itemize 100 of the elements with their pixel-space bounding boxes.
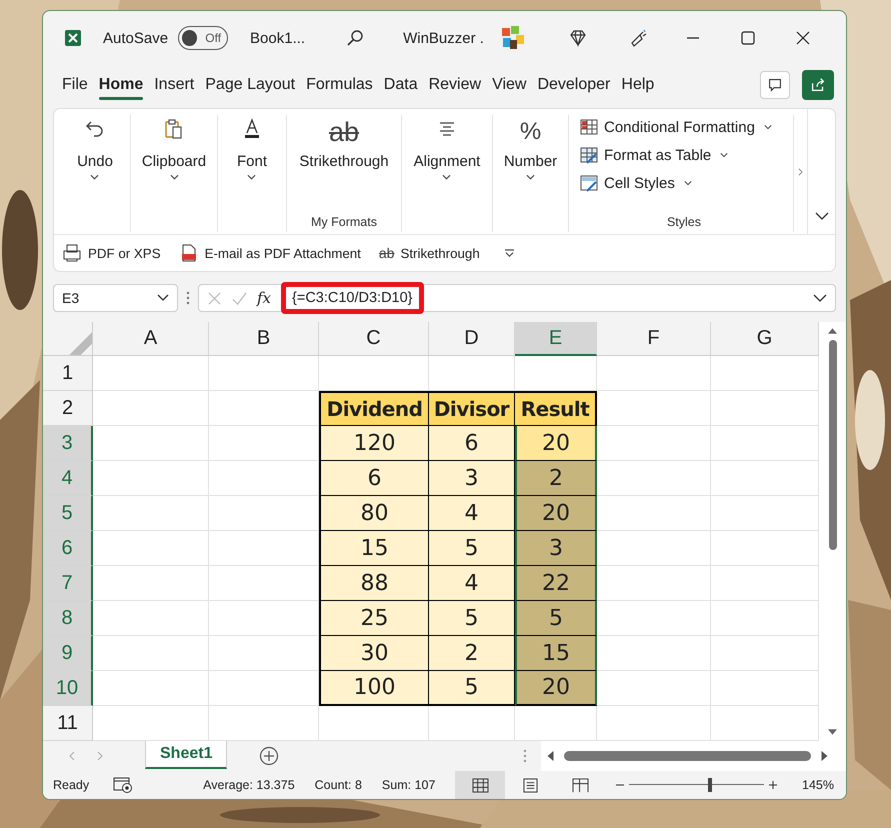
ribbon-button[interactable]: Alignment	[412, 115, 482, 182]
ribbon-tab[interactable]: Insert	[149, 70, 200, 100]
drag-handle-icon[interactable]	[523, 748, 527, 764]
ribbon-button[interactable]: Font	[234, 115, 269, 182]
zoom-in-icon[interactable]	[768, 780, 778, 790]
grid-cell[interactable]	[93, 461, 209, 496]
sheet-tab[interactable]: Sheet1	[145, 741, 228, 770]
zoom-level[interactable]: 145%	[802, 778, 834, 792]
scroll-up-icon[interactable]	[828, 328, 837, 334]
column-header[interactable]: D	[429, 322, 515, 356]
grid-cell[interactable]	[93, 601, 209, 636]
grid-cell[interactable]	[597, 531, 711, 566]
scrollbar-thumb[interactable]	[564, 751, 811, 762]
cancel-icon[interactable]	[207, 290, 222, 306]
grid-cell[interactable]	[93, 356, 209, 392]
name-box[interactable]: E3	[53, 284, 178, 312]
ribbon-tab[interactable]: Review	[424, 70, 486, 100]
column-header[interactable]: E	[515, 322, 597, 356]
check-icon[interactable]	[232, 290, 247, 306]
ribbon-button[interactable]: Clipboard	[140, 115, 208, 182]
ribbon-tab[interactable]: Page Layout	[200, 70, 300, 100]
row-header[interactable]: 7	[43, 566, 93, 602]
quick-access-button[interactable]: E-mail as PDF Attachment	[178, 243, 361, 264]
insert-function-button[interactable]: fx	[257, 289, 272, 308]
row-header[interactable]: 2	[43, 391, 93, 426]
grid-cell[interactable]	[93, 636, 209, 672]
select-all-button[interactable]	[43, 322, 93, 356]
grid-cell[interactable]	[597, 461, 711, 496]
grid-icon	[472, 778, 489, 793]
formula-field[interactable]: fx {=C3:C10/D3:D10}	[198, 284, 836, 312]
grid-cell[interactable]	[93, 496, 209, 532]
ribbon-tab[interactable]: Data	[378, 70, 423, 100]
grid-cell[interactable]	[93, 531, 209, 566]
autosave-toggle[interactable]: Off	[178, 26, 228, 50]
quick-access-button[interactable]: ab Strikethrough	[378, 245, 480, 262]
column-header[interactable]: A	[93, 322, 209, 356]
table-cell: 3	[515, 531, 597, 566]
scroll-down-icon[interactable]	[828, 729, 837, 736]
table-cell: 6	[319, 461, 429, 496]
diamond-icon[interactable]	[568, 28, 588, 48]
column-header[interactable]: C	[319, 322, 429, 356]
column-header[interactable]: B	[209, 322, 319, 356]
scrollbar-thumb[interactable]	[828, 340, 836, 550]
add-sheet-icon[interactable]	[259, 746, 280, 766]
search-icon[interactable]	[345, 28, 366, 48]
table-cell: 22	[515, 566, 597, 602]
column-header[interactable]: F	[597, 322, 711, 356]
ribbon-tab[interactable]: Home	[94, 70, 148, 100]
chevron-down-icon[interactable]	[813, 294, 827, 302]
grid-cell[interactable]	[597, 636, 711, 672]
grid-cell[interactable]	[597, 356, 711, 392]
column-header[interactable]: G	[711, 322, 819, 356]
row-header[interactable]: 1	[43, 356, 93, 392]
share-button[interactable]	[802, 70, 834, 100]
scroll-right-icon[interactable]	[821, 751, 828, 762]
grid-cell[interactable]	[597, 566, 711, 602]
scroll-left-icon[interactable]	[547, 751, 554, 762]
row-header[interactable]: 5	[43, 496, 93, 532]
document-title[interactable]: Book1...	[250, 30, 306, 47]
ribbon-tab[interactable]: File	[57, 70, 93, 100]
accessibility-icon[interactable]	[113, 776, 134, 794]
grid-cell[interactable]	[597, 601, 711, 636]
next-sheet-icon[interactable]	[97, 751, 103, 762]
cell-styles-icon	[579, 173, 599, 194]
row-header[interactable]: 6	[43, 531, 93, 566]
horizontal-scrollbar[interactable]	[541, 741, 846, 772]
table-cell: 2	[429, 636, 515, 672]
row-header[interactable]: 11	[43, 706, 93, 742]
ribbon-button[interactable]: Undo	[75, 115, 115, 182]
grid-cell[interactable]	[93, 426, 209, 462]
ribbon-button[interactable]: ab Strikethrough	[297, 115, 391, 172]
grid-cell[interactable]	[597, 426, 711, 462]
grid-cell[interactable]	[597, 391, 711, 426]
ribbon-tab[interactable]: Formulas	[301, 70, 378, 100]
grid-cell[interactable]	[93, 566, 209, 602]
styles-menu-button[interactable]: Conditional Formatting	[579, 117, 772, 138]
previous-sheet-icon[interactable]	[69, 751, 75, 762]
grid-cell[interactable]	[93, 671, 209, 706]
drag-handle-icon[interactable]	[186, 290, 190, 306]
ribbon-tab[interactable]: Help	[616, 70, 660, 100]
grid-cell[interactable]	[209, 356, 319, 392]
account-name[interactable]: WinBuzzer .	[403, 30, 484, 47]
quick-access-button[interactable]: PDF or XPS	[62, 243, 161, 264]
ribbon-tab[interactable]: View	[487, 70, 532, 100]
grid-cell[interactable]	[597, 496, 711, 532]
chevron-down-icon[interactable]	[157, 294, 169, 302]
grid-cell[interactable]	[597, 671, 711, 706]
row-header[interactable]: 8	[43, 601, 93, 636]
grid-cell[interactable]	[93, 391, 209, 426]
styles-menu-button[interactable]: Cell Styles	[579, 173, 772, 194]
styles-menu-button[interactable]: Format as Table	[579, 145, 772, 166]
row-header[interactable]: 3	[43, 426, 93, 462]
row-header[interactable]: 4	[43, 461, 93, 496]
row-header[interactable]: 9	[43, 636, 93, 672]
comments-button[interactable]	[760, 71, 790, 100]
ribbon-tab[interactable]: Developer	[532, 70, 616, 100]
chevron-down-icon	[814, 212, 828, 220]
normal-view-button[interactable]	[455, 771, 506, 799]
row-header[interactable]: 10	[43, 671, 93, 706]
ribbon-button[interactable]: % Number	[502, 115, 560, 182]
